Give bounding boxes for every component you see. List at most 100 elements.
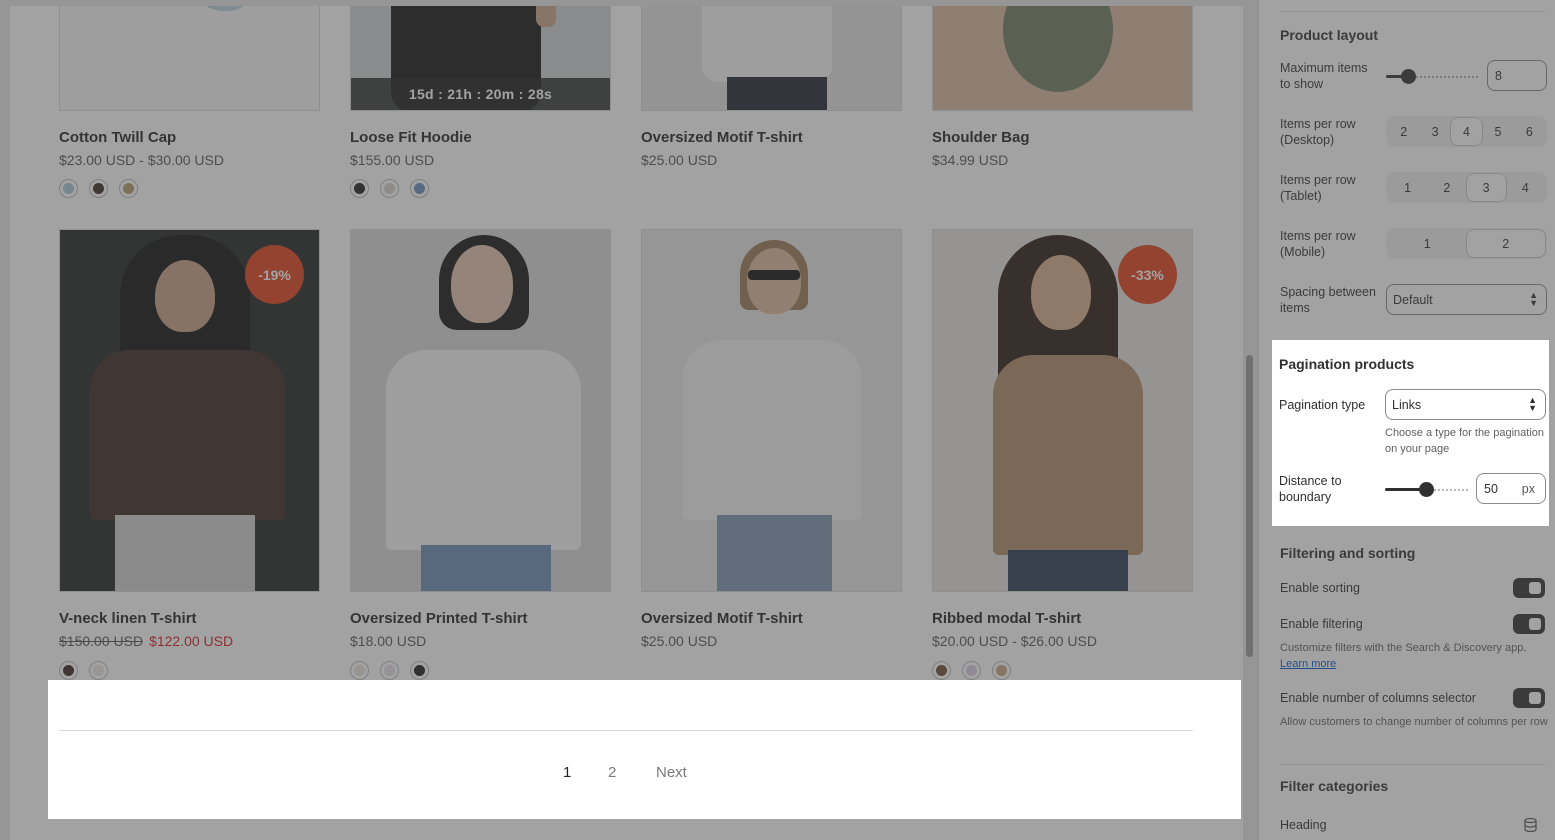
product-title[interactable]: Oversized Printed T-shirt: [350, 610, 528, 627]
pagination-section: 1 2 Next: [48, 680, 1241, 819]
product-image[interactable]: [932, 6, 1193, 111]
product-price: $18.00 USD: [350, 633, 427, 649]
columns-selector-help: Allow customers to change number of colu…: [1280, 716, 1548, 728]
option-2[interactable]: 2: [1466, 230, 1545, 257]
tablet-items-label: Items per row (Tablet): [1280, 173, 1356, 203]
mobile-items-selector[interactable]: 1 2: [1386, 228, 1547, 259]
color-swatch[interactable]: [410, 661, 429, 680]
filtering-help: Customize filters with the Search & Disc…: [1280, 640, 1548, 672]
color-swatch[interactable]: [119, 179, 138, 198]
page-2-link[interactable]: 2: [608, 764, 616, 781]
color-swatch[interactable]: [350, 661, 369, 680]
product-title[interactable]: V-neck linen T-shirt: [59, 610, 197, 627]
color-swatch[interactable]: [350, 179, 369, 198]
color-swatch[interactable]: [410, 179, 429, 198]
option-3[interactable]: 3: [1466, 174, 1506, 201]
product-price: $20.00 USD - $26.00 USD: [932, 633, 1097, 649]
database-icon[interactable]: [1524, 818, 1537, 832]
product-title[interactable]: Cotton Twill Cap: [59, 129, 176, 146]
option-3[interactable]: 3: [1419, 118, 1450, 145]
columns-selector-label: Enable number of columns selector: [1280, 691, 1476, 705]
enable-sorting-toggle[interactable]: [1513, 578, 1545, 598]
pagination-type-value: Links: [1392, 397, 1422, 412]
pagination-heading: Pagination products: [1279, 356, 1415, 372]
columns-selector-toggle[interactable]: [1513, 688, 1545, 708]
discount-badge: -33%: [1118, 245, 1177, 304]
desktop-items-label: Items per row (Desktop): [1280, 117, 1356, 147]
pagination-type-label: Pagination type: [1279, 398, 1366, 412]
product-price: $25.00 USD: [641, 633, 718, 649]
pagination-type-select[interactable]: Links ▲ ▼: [1385, 389, 1546, 420]
product-layout-heading: Product layout: [1280, 27, 1379, 43]
color-swatch[interactable]: [380, 179, 399, 198]
slider-track: [1416, 76, 1478, 78]
enable-filtering-toggle[interactable]: [1513, 614, 1545, 634]
product-price: $150.00 USD $122.00 USD: [59, 633, 233, 649]
page-1-link[interactable]: 1: [563, 764, 571, 781]
color-swatch[interactable]: [89, 179, 108, 198]
product-image[interactable]: [641, 6, 902, 111]
filter-heading-label: Heading: [1280, 818, 1327, 832]
product-image[interactable]: [350, 229, 611, 592]
distance-slider[interactable]: [1385, 479, 1468, 499]
color-swatch[interactable]: [992, 661, 1011, 680]
spacing-select[interactable]: Default ▲ ▼: [1386, 284, 1547, 315]
pagination-divider: [59, 730, 1193, 731]
slider-thumb[interactable]: [1401, 69, 1416, 84]
countdown-timer: 15d : 21h : 20m : 28s: [351, 78, 610, 110]
option-5[interactable]: 5: [1482, 118, 1513, 145]
color-swatch[interactable]: [59, 661, 78, 680]
slider-track: [1434, 489, 1468, 491]
section-divider: [1280, 11, 1545, 12]
product-image[interactable]: [641, 229, 902, 592]
color-swatch[interactable]: [932, 661, 951, 680]
option-2[interactable]: 2: [1388, 118, 1419, 145]
product-title[interactable]: Oversized Motif T-shirt: [641, 129, 803, 146]
filtering-help-text: Customize filters with the Search & Disc…: [1280, 642, 1527, 654]
product-image[interactable]: [59, 6, 320, 111]
max-items-input[interactable]: 8: [1487, 60, 1547, 91]
product-price: $25.00 USD: [641, 152, 718, 168]
preview-scrollbar[interactable]: [1246, 355, 1253, 657]
enable-filtering-label: Enable filtering: [1280, 617, 1363, 631]
distance-input[interactable]: 50 px: [1476, 473, 1546, 504]
pagination-type-help: Choose a type for the pagination on your…: [1385, 427, 1545, 455]
product-title[interactable]: Loose Fit Hoodie: [350, 129, 472, 146]
color-swatch[interactable]: [962, 661, 981, 680]
enable-sorting-label: Enable sorting: [1280, 581, 1360, 595]
next-page-link[interactable]: Next: [656, 764, 687, 781]
product-image[interactable]: -19%: [59, 229, 320, 592]
desktop-items-selector[interactable]: 2 3 4 5 6: [1386, 116, 1547, 147]
max-items-label: Maximum items to show: [1280, 61, 1368, 91]
chevron-up-down-icon: ▲ ▼: [1528, 395, 1537, 413]
option-2[interactable]: 2: [1427, 174, 1466, 201]
product-title[interactable]: Oversized Motif T-shirt: [641, 610, 803, 627]
original-price: $150.00 USD: [59, 633, 144, 649]
product-price: $34.99 USD: [932, 152, 1009, 168]
color-swatch[interactable]: [59, 179, 78, 198]
option-6[interactable]: 6: [1514, 118, 1545, 145]
filtering-heading: Filtering and sorting: [1280, 545, 1416, 561]
product-image[interactable]: 15d : 21h : 20m : 28s: [350, 6, 611, 111]
filter-categories-heading: Filter categories: [1280, 778, 1389, 794]
max-items-slider[interactable]: [1386, 66, 1478, 86]
learn-more-link[interactable]: Learn more: [1280, 658, 1336, 670]
option-4[interactable]: 4: [1450, 118, 1483, 145]
product-title[interactable]: Shoulder Bag: [932, 129, 1030, 146]
option-1[interactable]: 1: [1388, 230, 1467, 257]
color-swatch[interactable]: [380, 661, 399, 680]
option-4[interactable]: 4: [1506, 174, 1545, 201]
spacing-select-value: Default: [1393, 292, 1433, 307]
section-divider: [1280, 764, 1545, 765]
sale-price: $122.00 USD: [149, 633, 234, 649]
product-image[interactable]: -33%: [932, 229, 1193, 592]
color-swatch[interactable]: [89, 661, 108, 680]
product-title[interactable]: Ribbed modal T-shirt: [932, 610, 1081, 627]
product-price: $155.00 USD: [350, 152, 435, 168]
spacing-label: Spacing between items: [1280, 285, 1376, 315]
product-price: $23.00 USD - $30.00 USD: [59, 152, 224, 168]
pagination-settings-section: Pagination products Pagination type Link…: [1272, 340, 1549, 526]
option-1[interactable]: 1: [1388, 174, 1427, 201]
slider-thumb[interactable]: [1419, 482, 1434, 497]
tablet-items-selector[interactable]: 1 2 3 4: [1386, 172, 1547, 203]
